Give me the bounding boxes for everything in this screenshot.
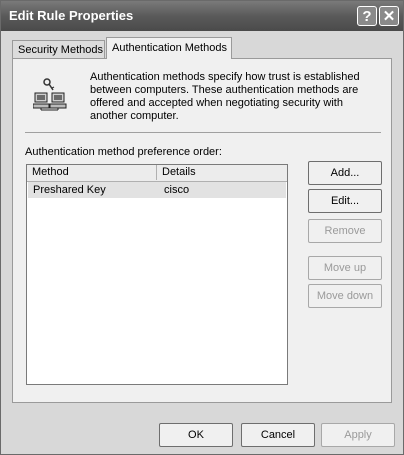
move-up-button[interactable]: Move up [308, 256, 382, 280]
tab-authentication-methods[interactable]: Authentication Methods [106, 37, 232, 59]
row-method-cell: Preshared Key [33, 184, 106, 196]
tab-panel: Authentication methods specify how trust… [12, 58, 392, 403]
tab-security-methods[interactable]: Security Methods [12, 40, 105, 58]
remove-button[interactable]: Remove [308, 219, 382, 243]
add-button[interactable]: Add... [308, 161, 382, 185]
close-button[interactable]: ✕ [379, 6, 399, 26]
preference-order-label: Authentication method preference order: [25, 146, 222, 158]
dialog-title: Edit Rule Properties [9, 8, 134, 23]
description-text: Authentication methods specify how trust… [90, 71, 360, 122]
list-header: Method Details [27, 165, 287, 182]
networked-computers-key-icon [33, 78, 67, 111]
apply-button[interactable]: Apply [321, 423, 395, 447]
column-header-details[interactable]: Details [157, 165, 287, 180]
ok-button[interactable]: OK [159, 423, 233, 447]
authentication-methods-list[interactable]: Method Details Preshared Key cisco [26, 164, 288, 385]
title-bar[interactable]: Edit Rule Properties ? ✕ [1, 1, 403, 31]
move-down-button[interactable]: Move down [308, 284, 382, 308]
separator [25, 132, 381, 133]
edit-button[interactable]: Edit... [308, 189, 382, 213]
column-header-method[interactable]: Method [27, 165, 157, 180]
list-row[interactable]: Preshared Key cisco [28, 182, 286, 198]
cancel-button[interactable]: Cancel [241, 423, 315, 447]
row-details-cell: cisco [164, 184, 190, 196]
help-button[interactable]: ? [357, 6, 377, 26]
dialog-window: Edit Rule Properties ? ✕ Security Method… [0, 0, 404, 455]
